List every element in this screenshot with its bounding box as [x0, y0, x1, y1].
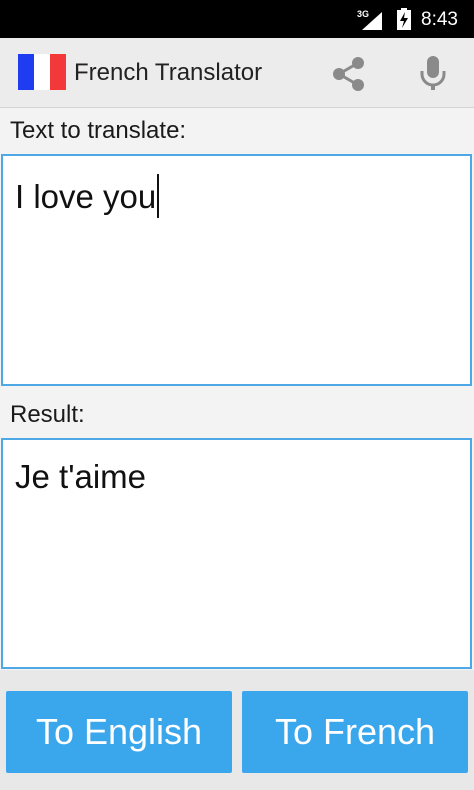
- to-english-button[interactable]: To English: [6, 691, 232, 773]
- microphone-icon[interactable]: [418, 54, 448, 94]
- text-cursor: [157, 174, 160, 218]
- signal-icon: [362, 12, 382, 30]
- action-bar: French Translator: [0, 38, 474, 108]
- to-french-button[interactable]: To French: [242, 691, 468, 773]
- result-text-box[interactable]: Je t'aime: [1, 438, 472, 669]
- result-label: Result:: [10, 401, 85, 428]
- app-title: French Translator: [74, 59, 263, 86]
- french-flag-icon: [18, 54, 66, 90]
- battery-charging-icon: [397, 8, 411, 30]
- input-label: Text to translate:: [10, 117, 187, 144]
- clock-time: 8:43: [421, 9, 458, 30]
- share-icon[interactable]: [330, 55, 368, 93]
- source-text-value: I love you: [15, 178, 157, 215]
- status-bar: 3G 8:43: [0, 0, 474, 38]
- result-text-value: Je t'aime: [15, 458, 147, 495]
- source-text-input[interactable]: I love you: [1, 154, 472, 386]
